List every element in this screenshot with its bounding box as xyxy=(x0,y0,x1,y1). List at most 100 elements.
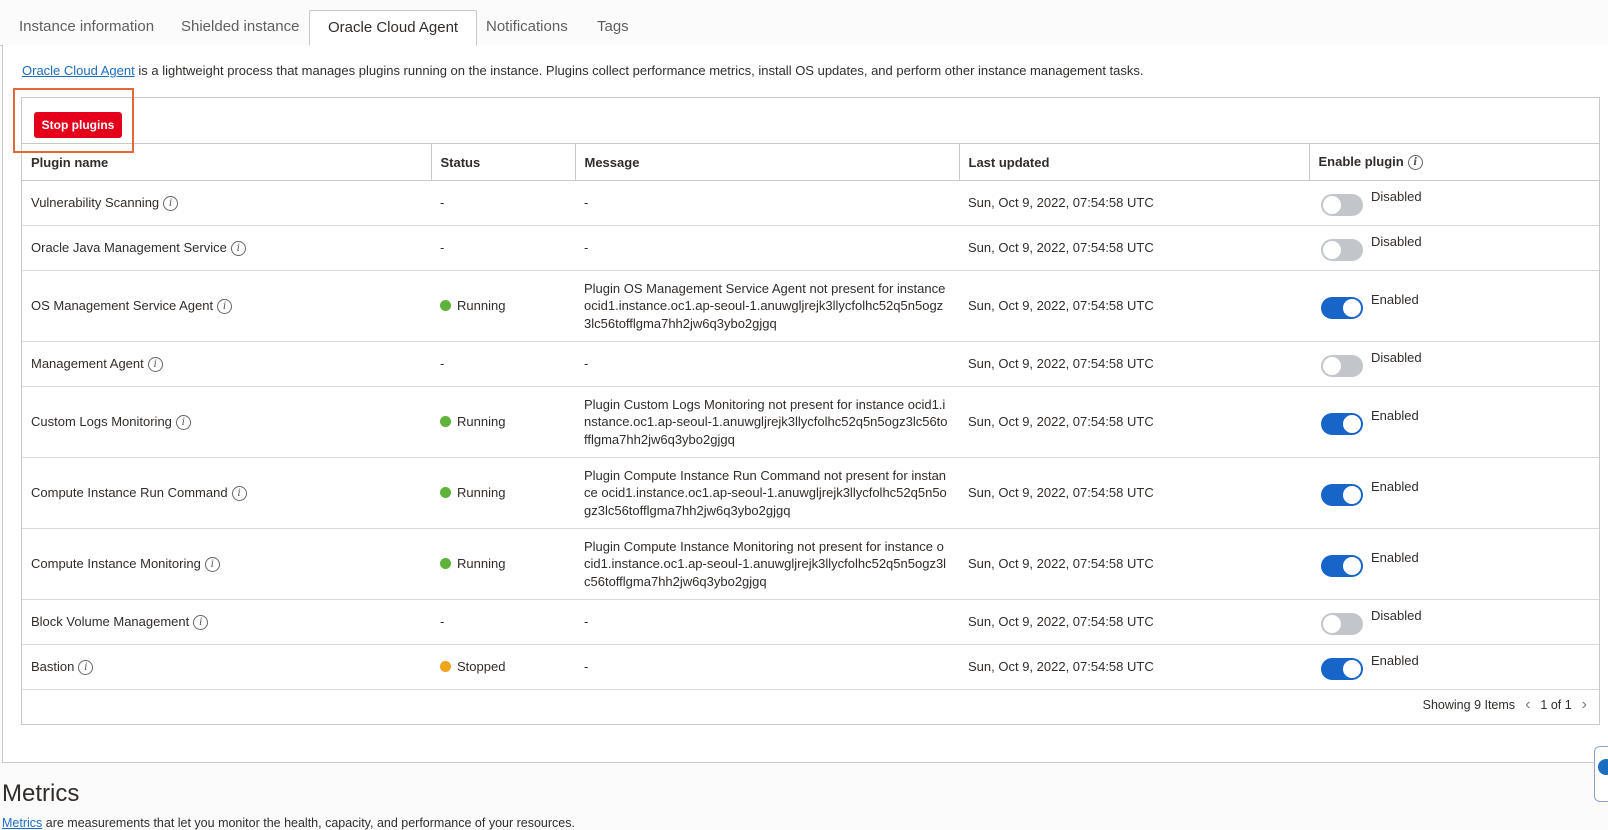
message-cell: Plugin Compute Instance Run Command not … xyxy=(575,457,959,529)
toggle-state-label: Enabled xyxy=(1371,653,1419,668)
toggle-state-label: Enabled xyxy=(1371,479,1419,494)
enable-plugin-toggle[interactable] xyxy=(1321,297,1363,319)
status-text: Running xyxy=(457,556,506,572)
toggle-knob xyxy=(1343,557,1361,575)
status-running-dot-icon xyxy=(440,416,451,428)
column-header-message[interactable]: Message xyxy=(574,143,959,181)
intro-description: is a lightweight process that manages pl… xyxy=(134,63,1144,78)
status-cell: Running xyxy=(431,386,575,458)
last-updated-cell: Sun, Oct 9, 2022, 07:54:58 UTC xyxy=(959,341,1309,387)
enable-plugin-toggle[interactable] xyxy=(1321,239,1363,261)
last-updated-cell: Sun, Oct 9, 2022, 07:54:58 UTC xyxy=(959,528,1309,600)
enable-plugin-toggle[interactable] xyxy=(1321,613,1363,635)
status-cell: - xyxy=(431,341,575,387)
chevron-right-icon[interactable]: › xyxy=(1582,696,1587,714)
message-cell: - xyxy=(575,225,959,271)
status-text: - xyxy=(440,195,445,211)
table-row: OS Management Service Agent i Running Plugi… xyxy=(22,270,1599,342)
column-header-last-updated[interactable]: Last updated xyxy=(958,143,1309,181)
metrics-link[interactable]: Metrics xyxy=(2,816,42,830)
stop-plugins-button[interactable]: Stop plugins xyxy=(34,112,122,138)
plugin-name-cell: Compute Instance Run Command i xyxy=(22,457,431,529)
plugin-name-cell: Bastion i xyxy=(22,644,431,690)
plugin-name-cell: Management Agent i xyxy=(22,341,431,387)
oracle-cloud-agent-panel: Oracle Cloud Agent is a lightweight proc… xyxy=(2,45,1608,763)
info-icon[interactable]: i xyxy=(78,660,94,676)
toggle-knob xyxy=(1323,196,1341,214)
plugin-name: OS Management Service Agent xyxy=(31,298,214,314)
toggle-state-label: Disabled xyxy=(1371,234,1422,249)
status-text: Running xyxy=(457,485,506,501)
status-cell: Running xyxy=(431,457,575,529)
oracle-cloud-agent-link[interactable]: Oracle Cloud Agent xyxy=(22,63,135,78)
plugin-name: Compute Instance Run Command xyxy=(31,485,228,501)
enable-plugin-cell: Enabled xyxy=(1309,270,1599,342)
status-cell: Running xyxy=(431,528,575,600)
enable-plugin-toggle[interactable] xyxy=(1321,355,1363,377)
enable-plugin-toggle[interactable] xyxy=(1321,194,1363,216)
plugin-name-cell: OS Management Service Agent i xyxy=(22,270,431,342)
column-header-status[interactable]: Status xyxy=(430,143,575,181)
table-row: Custom Logs Monitoring i Running Plugin Cus… xyxy=(22,386,1599,458)
info-icon[interactable]: i xyxy=(230,241,246,257)
info-icon[interactable]: i xyxy=(163,196,179,212)
last-updated-cell: Sun, Oct 9, 2022, 07:54:58 UTC xyxy=(959,599,1309,645)
tab-notifications[interactable]: Notifications xyxy=(486,18,568,35)
help-icon xyxy=(1598,759,1608,775)
status-cell: - xyxy=(431,180,575,226)
message-cell: Plugin Custom Logs Monitoring not presen… xyxy=(575,386,959,458)
last-updated-cell: Sun, Oct 9, 2022, 07:54:58 UTC xyxy=(959,180,1309,226)
toggle-state-label: Disabled xyxy=(1371,189,1422,204)
status-text: - xyxy=(440,614,445,630)
plugin-name: Custom Logs Monitoring xyxy=(31,414,172,430)
enable-plugin-toggle[interactable] xyxy=(1321,555,1363,577)
plugin-name: Compute Instance Monitoring xyxy=(31,556,201,572)
plugin-name: Oracle Java Management Service xyxy=(31,240,227,256)
toggle-knob xyxy=(1323,241,1341,259)
plugin-name: Vulnerability Scanning xyxy=(31,195,160,211)
info-icon[interactable]: i xyxy=(1407,155,1423,171)
tab-instance-information[interactable]: Instance information xyxy=(19,18,154,35)
table-footer: Showing 9 Items ‹ 1 of 1 › xyxy=(1423,696,1587,714)
tab-bar: Instance information Shielded instance O… xyxy=(0,0,1608,46)
toggle-state-label: Enabled xyxy=(1371,550,1419,565)
info-icon[interactable]: i xyxy=(231,486,247,502)
tab-shielded-instance[interactable]: Shielded instance xyxy=(181,18,299,35)
info-icon[interactable]: i xyxy=(175,415,191,431)
column-header-plugin-name[interactable]: Plugin name xyxy=(22,143,431,181)
enable-plugin-toggle[interactable] xyxy=(1321,413,1363,435)
status-running-dot-icon xyxy=(440,487,451,499)
showing-items-count: Showing 9 Items xyxy=(1422,698,1516,712)
metrics-description-text: are measurements that let you monitor th… xyxy=(42,816,575,830)
enable-plugin-cell: Disabled xyxy=(1309,225,1599,271)
plugins-table: Plugin name Status Message Last updated … xyxy=(22,143,1599,690)
help-widget[interactable] xyxy=(1594,746,1608,802)
message-cell: Plugin Compute Instance Monitoring not p… xyxy=(575,528,959,600)
chevron-left-icon[interactable]: ‹ xyxy=(1525,696,1530,714)
table-row: Block Volume Management i - - Sun, Oct 9, 20… xyxy=(22,599,1599,645)
toggle-state-label: Disabled xyxy=(1371,608,1422,623)
info-icon[interactable]: i xyxy=(193,615,209,631)
plugin-name-cell: Compute Instance Monitoring i xyxy=(22,528,431,600)
enable-plugin-header-label: Enable plugin xyxy=(1318,153,1404,169)
info-icon[interactable]: i xyxy=(217,299,233,315)
enable-plugin-cell: Disabled xyxy=(1309,341,1599,387)
plugins-table-container: Stop plugins Plugin name Status Message … xyxy=(21,97,1600,725)
page-indicator: 1 of 1 xyxy=(1540,698,1572,712)
status-stopped-dot-icon xyxy=(440,661,451,673)
info-icon[interactable]: i xyxy=(147,357,163,373)
enable-plugin-cell: Disabled xyxy=(1309,599,1599,645)
enable-plugin-cell: Disabled xyxy=(1309,180,1599,226)
enable-plugin-toggle[interactable] xyxy=(1321,484,1363,506)
message-cell: - xyxy=(575,599,959,645)
enable-plugin-cell: Enabled xyxy=(1309,457,1599,529)
metrics-heading: Metrics xyxy=(2,780,80,807)
info-icon[interactable]: i xyxy=(204,557,220,573)
enable-plugin-toggle[interactable] xyxy=(1321,658,1363,680)
tab-tags[interactable]: Tags xyxy=(597,18,629,35)
tab-oracle-cloud-agent[interactable]: Oracle Cloud Agent xyxy=(309,10,478,46)
table-header-row: Plugin name Status Message Last updated … xyxy=(22,143,1599,181)
table-row: Compute Instance Run Command i Running Plug… xyxy=(22,457,1599,529)
toggle-knob xyxy=(1343,415,1361,433)
toggle-state-label: Enabled xyxy=(1371,408,1419,423)
